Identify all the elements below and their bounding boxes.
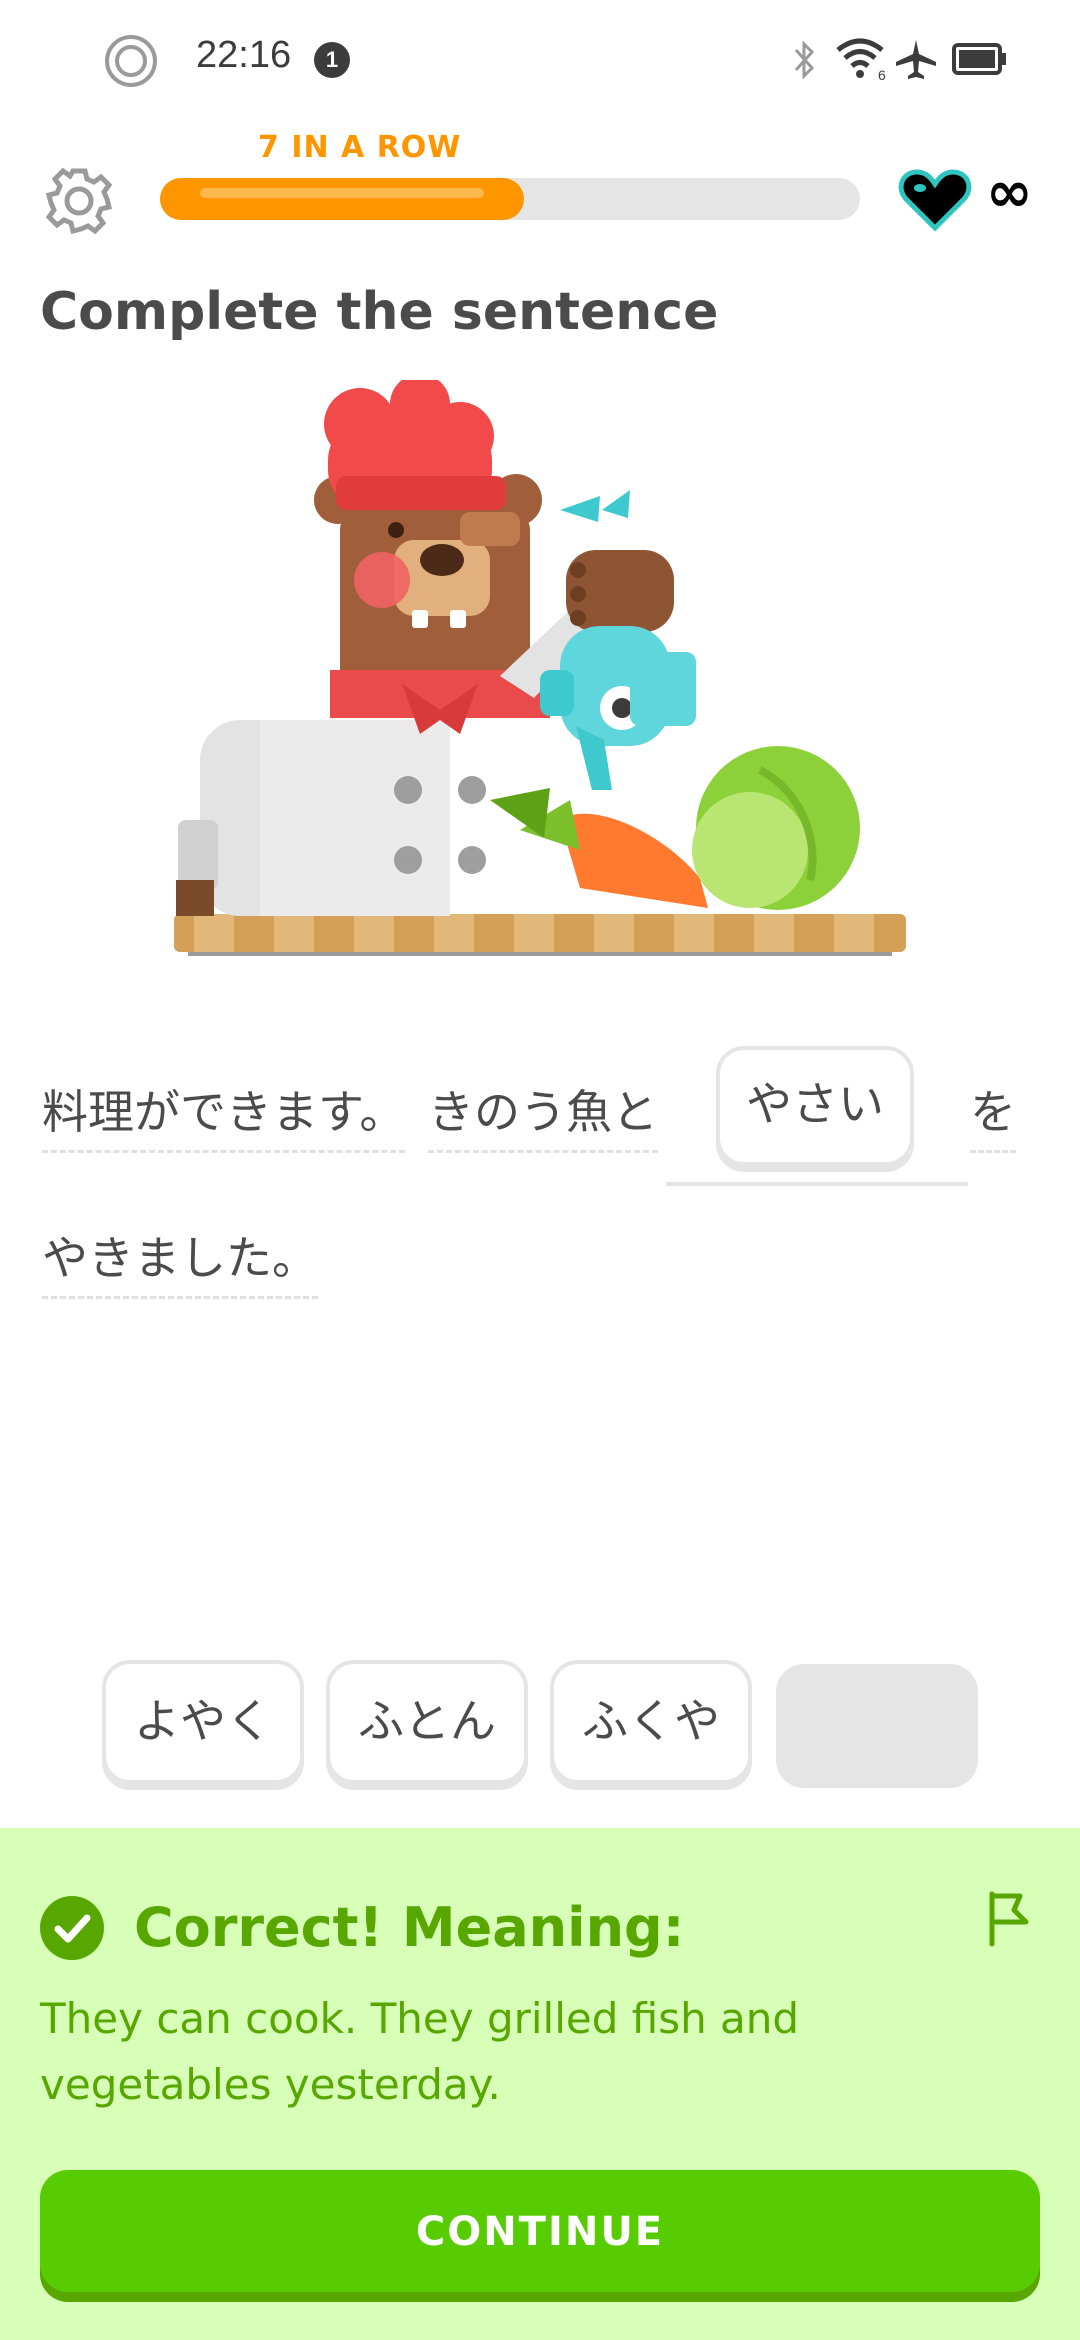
sentence-part-3[interactable]: を [970,1076,1016,1153]
sentence-part-2[interactable]: きのう魚と [428,1076,658,1153]
circle-icon [105,35,157,87]
sentence-part-1[interactable]: 料理ができます。 [42,1076,406,1153]
word-bank-option[interactable]: ふくや [550,1660,752,1784]
word-bank-used-slot [776,1664,978,1788]
word-bank-option[interactable]: ふとん [326,1660,528,1784]
heart-icon[interactable] [898,168,972,232]
continue-button[interactable]: CONTINUE [40,2170,1040,2292]
selected-answer-chip[interactable]: やさい [716,1046,914,1166]
status-time: 22:16 [196,34,292,76]
progress-shine [200,188,484,198]
status-bar: 22:16 1 6 [0,0,1080,120]
battery-icon [952,43,1006,75]
feedback-title: Correct! Meaning: [134,1896,685,1959]
lesson-progress-fill [160,178,524,220]
sentence-part-4[interactable]: やきました。 [42,1222,318,1299]
bluetooth-icon [794,40,815,80]
feedback-meaning: They can cook. They grilled fish and veg… [40,1994,800,2109]
report-flag-icon[interactable] [980,1888,1036,1948]
hearts-count: ∞ [986,160,1033,225]
lesson-progress-bar [160,178,860,220]
prompt-title: Complete the sentence [40,282,719,342]
word-bank-option[interactable]: よやく [102,1660,304,1784]
settings-gear-icon[interactable] [42,164,116,238]
streak-label: 7 IN A ROW [258,130,462,165]
svg-text:6: 6 [878,67,886,82]
airplane-icon [896,40,936,79]
checkmark-icon [40,1896,104,1960]
chef-bear-illustration [174,380,906,956]
wifi-icon: 6 [836,38,886,82]
notification-badge: 1 [314,42,350,78]
